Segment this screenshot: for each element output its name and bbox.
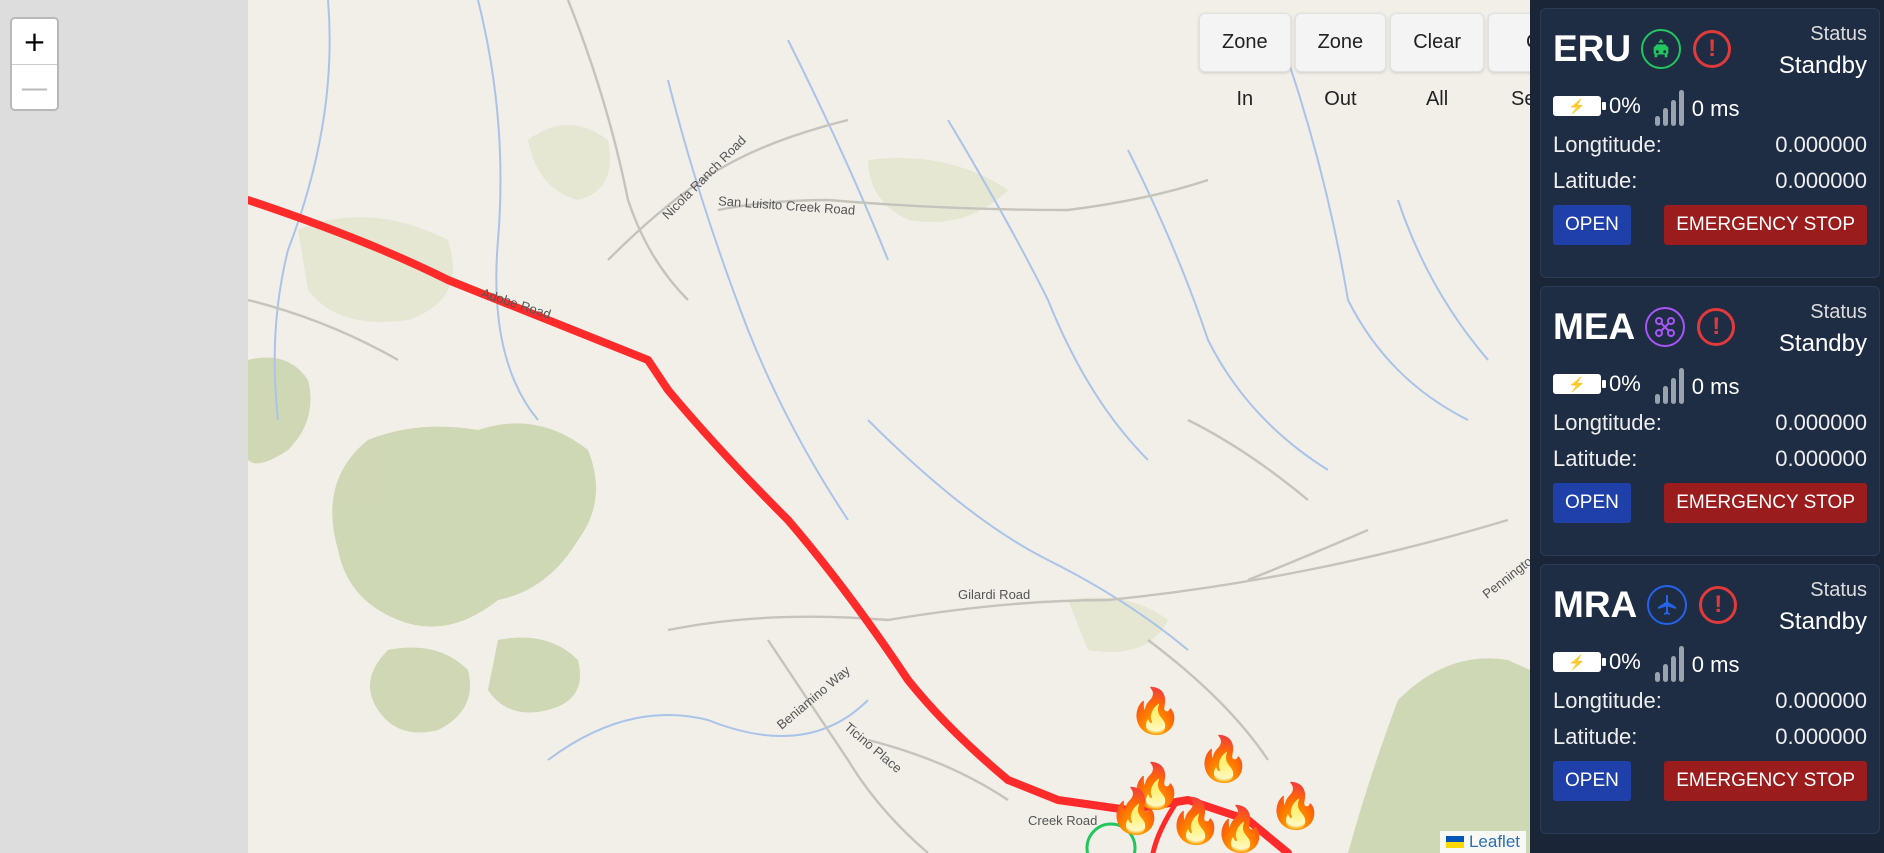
left-gutter: + — — [0, 0, 248, 853]
fire-marker[interactable]: 🔥 — [1108, 790, 1163, 834]
zoom-in-button[interactable]: + — [12, 19, 57, 64]
signal-icon — [1654, 86, 1684, 126]
open-button[interactable]: OPEN — [1553, 761, 1631, 801]
status-value: Standby — [1778, 52, 1867, 79]
latitude-value: 0.000000 — [1775, 724, 1867, 749]
latitude-value: 0.000000 — [1775, 446, 1867, 471]
emergency-stop-button[interactable]: EMERGENCY STOP — [1664, 483, 1867, 523]
zone-in-button[interactable]: Zone In — [1199, 13, 1291, 110]
longitude-value: 0.000000 — [1775, 132, 1867, 157]
map-view[interactable]: Nicola Ranch Road San Luisito Creek Road… — [248, 0, 1530, 853]
status-label: Status — [1810, 23, 1867, 45]
alert-icon[interactable]: ! — [1699, 586, 1738, 624]
latitude-value: 0.000000 — [1775, 168, 1867, 193]
battery-percent: 0% — [1609, 93, 1641, 118]
unit-card-mra: MRA ! Status Standby ⚡ 0% 0 ms Longtitud… — [1540, 564, 1880, 834]
zoom-control: + — — [10, 17, 59, 111]
battery-icon: ⚡ — [1553, 96, 1606, 116]
zoom-out-button[interactable]: — — [12, 64, 57, 109]
longitude-label: Longtitude: — [1553, 688, 1662, 713]
latitude-label: Latitude: — [1553, 446, 1638, 471]
fire-marker[interactable]: 🔥 — [1128, 690, 1183, 734]
clear-selected-button[interactable]: Clear Selected — [1487, 13, 1530, 110]
battery-icon: ⚡ — [1553, 652, 1606, 672]
status-label: Status — [1810, 301, 1867, 323]
alert-icon[interactable]: ! — [1693, 30, 1732, 68]
unit-panel: ERU ! Status Standby ⚡ 0% 0 ms Longtitud… — [1530, 0, 1884, 853]
open-button[interactable]: OPEN — [1553, 483, 1631, 523]
unit-name: ERU — [1553, 28, 1632, 69]
latitude-label: Latitude: — [1553, 724, 1638, 749]
unit-card-eru: ERU ! Status Standby ⚡ 0% 0 ms Longtitud… — [1540, 8, 1880, 278]
fire-marker[interactable]: 🔥 — [1268, 785, 1323, 829]
latency: 0 ms — [1691, 652, 1740, 677]
app-root: + — Nicola Ranch Road San Luisito Creek … — [0, 0, 1884, 853]
longitude-label: Longtitude: — [1553, 410, 1662, 435]
zone-out-button[interactable]: Zone Out — [1294, 13, 1387, 110]
latitude-label: Latitude: — [1553, 168, 1638, 193]
open-button[interactable]: OPEN — [1553, 205, 1631, 245]
signal-icon — [1654, 642, 1684, 682]
fire-marker[interactable]: 🔥 — [1196, 738, 1251, 782]
road-label-creek-road: Creek Road — [1028, 813, 1098, 828]
clear-all-button[interactable]: Clear All — [1390, 13, 1484, 110]
alert-icon[interactable]: ! — [1697, 308, 1736, 346]
status-value: Standby — [1778, 608, 1867, 635]
latency: 0 ms — [1691, 374, 1740, 399]
battery-icon: ⚡ — [1553, 374, 1606, 394]
emergency-stop-button[interactable]: EMERGENCY STOP — [1664, 761, 1867, 801]
longitude-value: 0.000000 — [1775, 688, 1867, 713]
status-value: Standby — [1778, 330, 1867, 357]
leaflet-link[interactable]: Leaflet — [1469, 832, 1520, 852]
map-toolbar: Zone In Zone Out Clear All Clear Selecte… — [1199, 13, 1530, 110]
drone-icon — [1645, 307, 1686, 347]
unit-card-mea: MEA ! Status Standby ⚡ 0% 0 ms Longtitud… — [1540, 286, 1880, 556]
latency: 0 ms — [1691, 96, 1740, 121]
longitude-label: Longtitude: — [1553, 132, 1662, 157]
car-icon — [1641, 29, 1682, 69]
battery-percent: 0% — [1609, 371, 1641, 396]
signal-icon — [1654, 364, 1684, 404]
airplane-icon — [1647, 585, 1688, 625]
unit-name: MEA — [1553, 306, 1636, 347]
status-label: Status — [1810, 579, 1867, 601]
unit-name: MRA — [1553, 584, 1638, 625]
emergency-stop-button[interactable]: EMERGENCY STOP — [1664, 205, 1867, 245]
map-attribution: Leaflet — [1439, 831, 1526, 853]
road-label-gilardi: Gilardi Road — [958, 587, 1031, 602]
longitude-value: 0.000000 — [1775, 410, 1867, 435]
ukraine-flag-icon — [1445, 836, 1464, 848]
fire-marker[interactable]: 🔥 — [1213, 808, 1268, 852]
battery-percent: 0% — [1609, 649, 1641, 674]
